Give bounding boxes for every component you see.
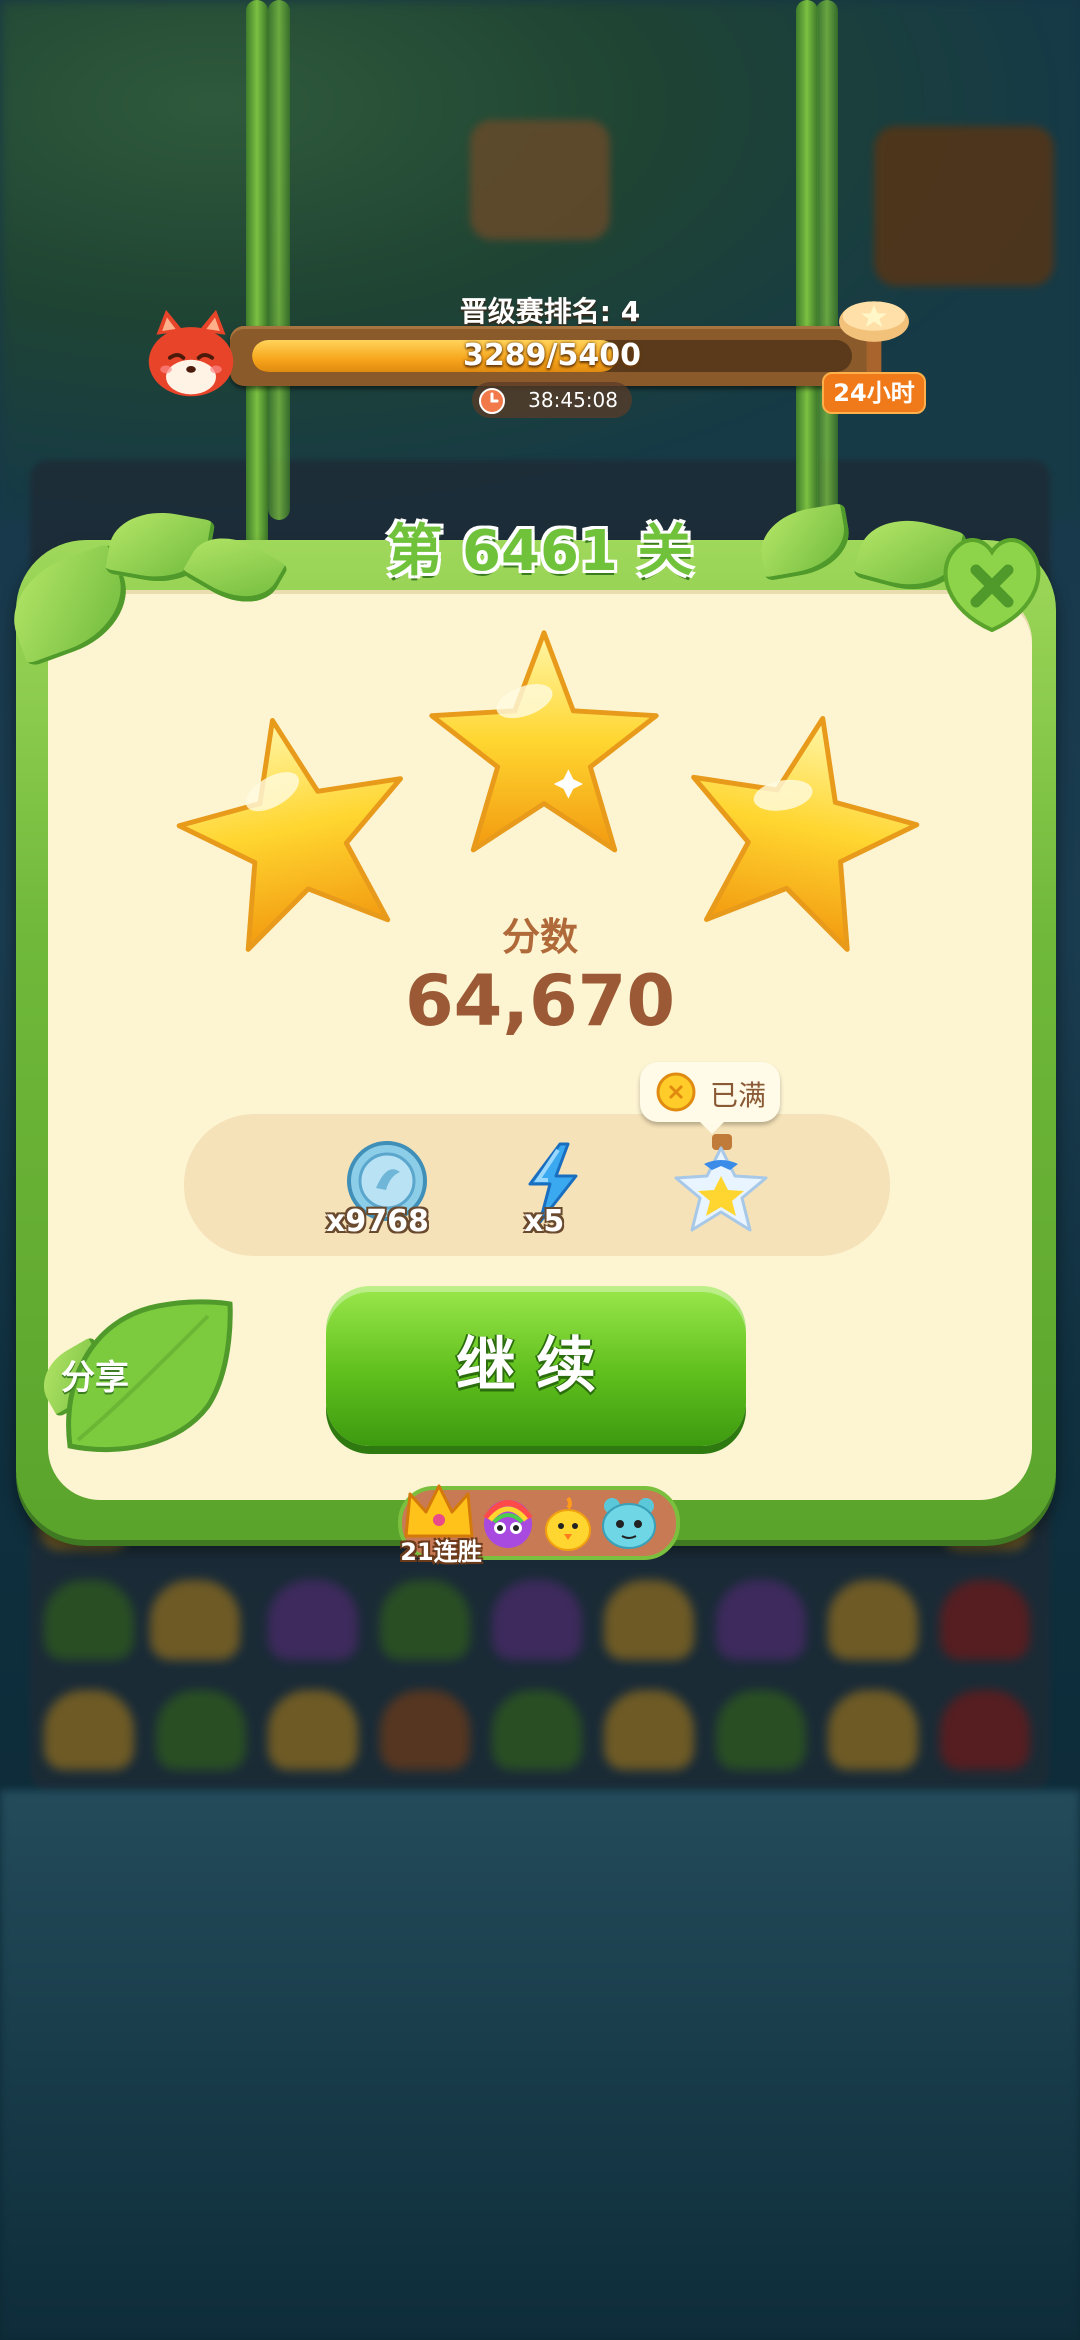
- continue-button[interactable]: 继续: [326, 1286, 746, 1446]
- board-tile: [716, 1580, 806, 1660]
- board-tile: [828, 1580, 918, 1660]
- star-jar-icon: [674, 1134, 768, 1232]
- background-sign-left: [470, 120, 610, 240]
- continue-button-label[interactable]: 继续: [326, 1286, 746, 1446]
- background-sign-right: [874, 126, 1054, 286]
- progress-text: 3289/5400: [463, 340, 641, 372]
- ranking-title: 晋级赛排名: 4: [459, 295, 641, 328]
- board-tile: [492, 1690, 582, 1770]
- gold-coin-icon: [656, 1072, 696, 1112]
- energy-count: x5: [524, 1204, 565, 1239]
- close-button[interactable]: [936, 530, 1048, 634]
- board-tile: [268, 1690, 358, 1770]
- hanging-vine: [246, 0, 268, 560]
- board-tile: [716, 1690, 806, 1770]
- duration-badge: 24小时: [822, 372, 926, 414]
- rainbow-owl-icon: [483, 1500, 533, 1548]
- board-tile: [828, 1690, 918, 1770]
- hanging-vine: [816, 0, 838, 530]
- board-tile: [940, 1690, 1030, 1770]
- board-tile: [492, 1580, 582, 1660]
- coins-count: x9768: [326, 1204, 429, 1239]
- board-tile: [156, 1690, 246, 1770]
- chick-icon: [545, 1496, 591, 1551]
- blue-monster-icon: [602, 1498, 656, 1549]
- hanging-vine: [796, 0, 818, 560]
- progress-track: 3289/5400: [252, 340, 852, 372]
- fox-avatar-icon: [148, 309, 234, 397]
- hanging-vine: [268, 0, 290, 520]
- board-tile: [268, 1580, 358, 1660]
- board-tile: [150, 1580, 240, 1660]
- board-tile: [380, 1690, 470, 1770]
- level-title: 第 6461 关: [386, 519, 694, 584]
- full-badge-text: 已满: [710, 1079, 767, 1112]
- board-tile: [940, 1580, 1030, 1660]
- full-capacity-tooltip: 已满: [640, 1062, 780, 1134]
- board-tile: [604, 1580, 694, 1660]
- ranking-progress-bar: 3289/5400: [230, 326, 870, 386]
- star-1-earned: [176, 717, 403, 952]
- star-3-earned: [691, 716, 920, 952]
- board-tile: [380, 1580, 470, 1660]
- alarm-clock-icon: [479, 388, 505, 414]
- star-2-earned: [429, 630, 659, 853]
- board-tile: [44, 1690, 134, 1770]
- share-button-label[interactable]: 分享: [40, 1350, 150, 1399]
- board-tile: [604, 1690, 694, 1770]
- score-value: 64,670: [404, 960, 676, 1042]
- board-tile: [44, 1580, 134, 1660]
- score-label: 分数: [501, 915, 578, 959]
- background-water: [0, 1790, 1080, 2340]
